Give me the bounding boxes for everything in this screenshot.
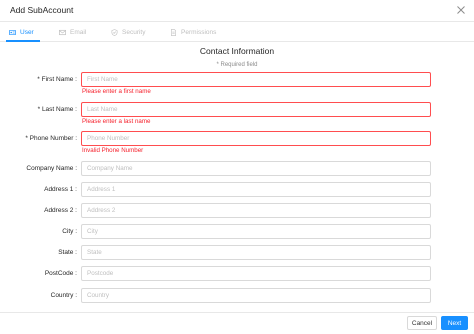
first-name-label: * First Name :: [37, 76, 77, 83]
city-label: City :: [62, 228, 77, 235]
last-name-label: * Last Name :: [37, 106, 77, 113]
cancel-button[interactable]: Cancel: [407, 316, 437, 330]
id-card-icon: [9, 29, 16, 35]
country-input[interactable]: [81, 288, 431, 303]
section-title: Contact Information: [199, 46, 275, 56]
last-name-row: * Last Name : Please enter a last name: [0, 102, 474, 125]
document-icon: [171, 28, 176, 36]
tab-user-label: User: [20, 28, 34, 36]
address-2-input[interactable]: [81, 203, 431, 218]
first-name-input[interactable]: [81, 72, 431, 87]
tab-bar: User Email Security Permissions: [0, 22, 474, 42]
address-1-label: Address 1 :: [44, 186, 77, 193]
country-row: Country :: [0, 288, 474, 303]
first-name-error: Please enter a first name: [82, 88, 151, 95]
mail-icon: [59, 29, 66, 35]
footer-divider: [0, 312, 474, 313]
address-2-label: Address 2 :: [44, 207, 77, 214]
state-label: State :: [58, 249, 77, 256]
last-name-error: Please enter a last name: [82, 118, 151, 125]
city-input[interactable]: [81, 224, 431, 239]
postcode-label: PostCode :: [44, 270, 77, 277]
phone-number-error: Invalid Phone Number: [82, 147, 144, 154]
tab-permissions-label: Permissions: [181, 28, 217, 36]
tab-security[interactable]: Security: [111, 22, 145, 42]
postcode-input[interactable]: [81, 266, 431, 281]
first-name-row: * First Name : Please enter a first name: [0, 72, 474, 95]
required-note: * Required field: [216, 62, 258, 68]
dialog-title: Add SubAccount: [10, 5, 74, 15]
city-row: City :: [0, 224, 474, 239]
address-1-input[interactable]: [81, 182, 431, 197]
postcode-row: PostCode :: [0, 266, 474, 281]
company-name-row: Company Name :: [0, 161, 474, 176]
close-icon[interactable]: [456, 5, 466, 15]
phone-number-input[interactable]: [81, 131, 431, 146]
tab-security-label: Security: [122, 28, 146, 36]
phone-number-label: * Phone Number :: [25, 135, 77, 142]
last-name-input[interactable]: [81, 102, 431, 117]
active-tab-indicator: [6, 40, 40, 42]
shield-check-icon: [111, 28, 118, 36]
tab-email-label: Email: [70, 28, 87, 36]
address-1-row: Address 1 :: [0, 182, 474, 197]
dialog-header: Add SubAccount: [0, 0, 474, 22]
state-row: State :: [0, 245, 474, 260]
tab-user[interactable]: User: [9, 22, 34, 42]
next-button[interactable]: Next: [441, 316, 468, 330]
company-name-label: Company Name :: [26, 165, 77, 172]
tab-email[interactable]: Email: [59, 22, 86, 42]
country-label: Country :: [50, 292, 77, 299]
address-2-row: Address 2 :: [0, 203, 474, 218]
phone-number-row: * Phone Number : Invalid Phone Number: [0, 131, 474, 154]
company-name-input[interactable]: [81, 161, 431, 176]
state-input[interactable]: [81, 245, 431, 260]
tab-permissions[interactable]: Permissions: [170, 22, 216, 42]
